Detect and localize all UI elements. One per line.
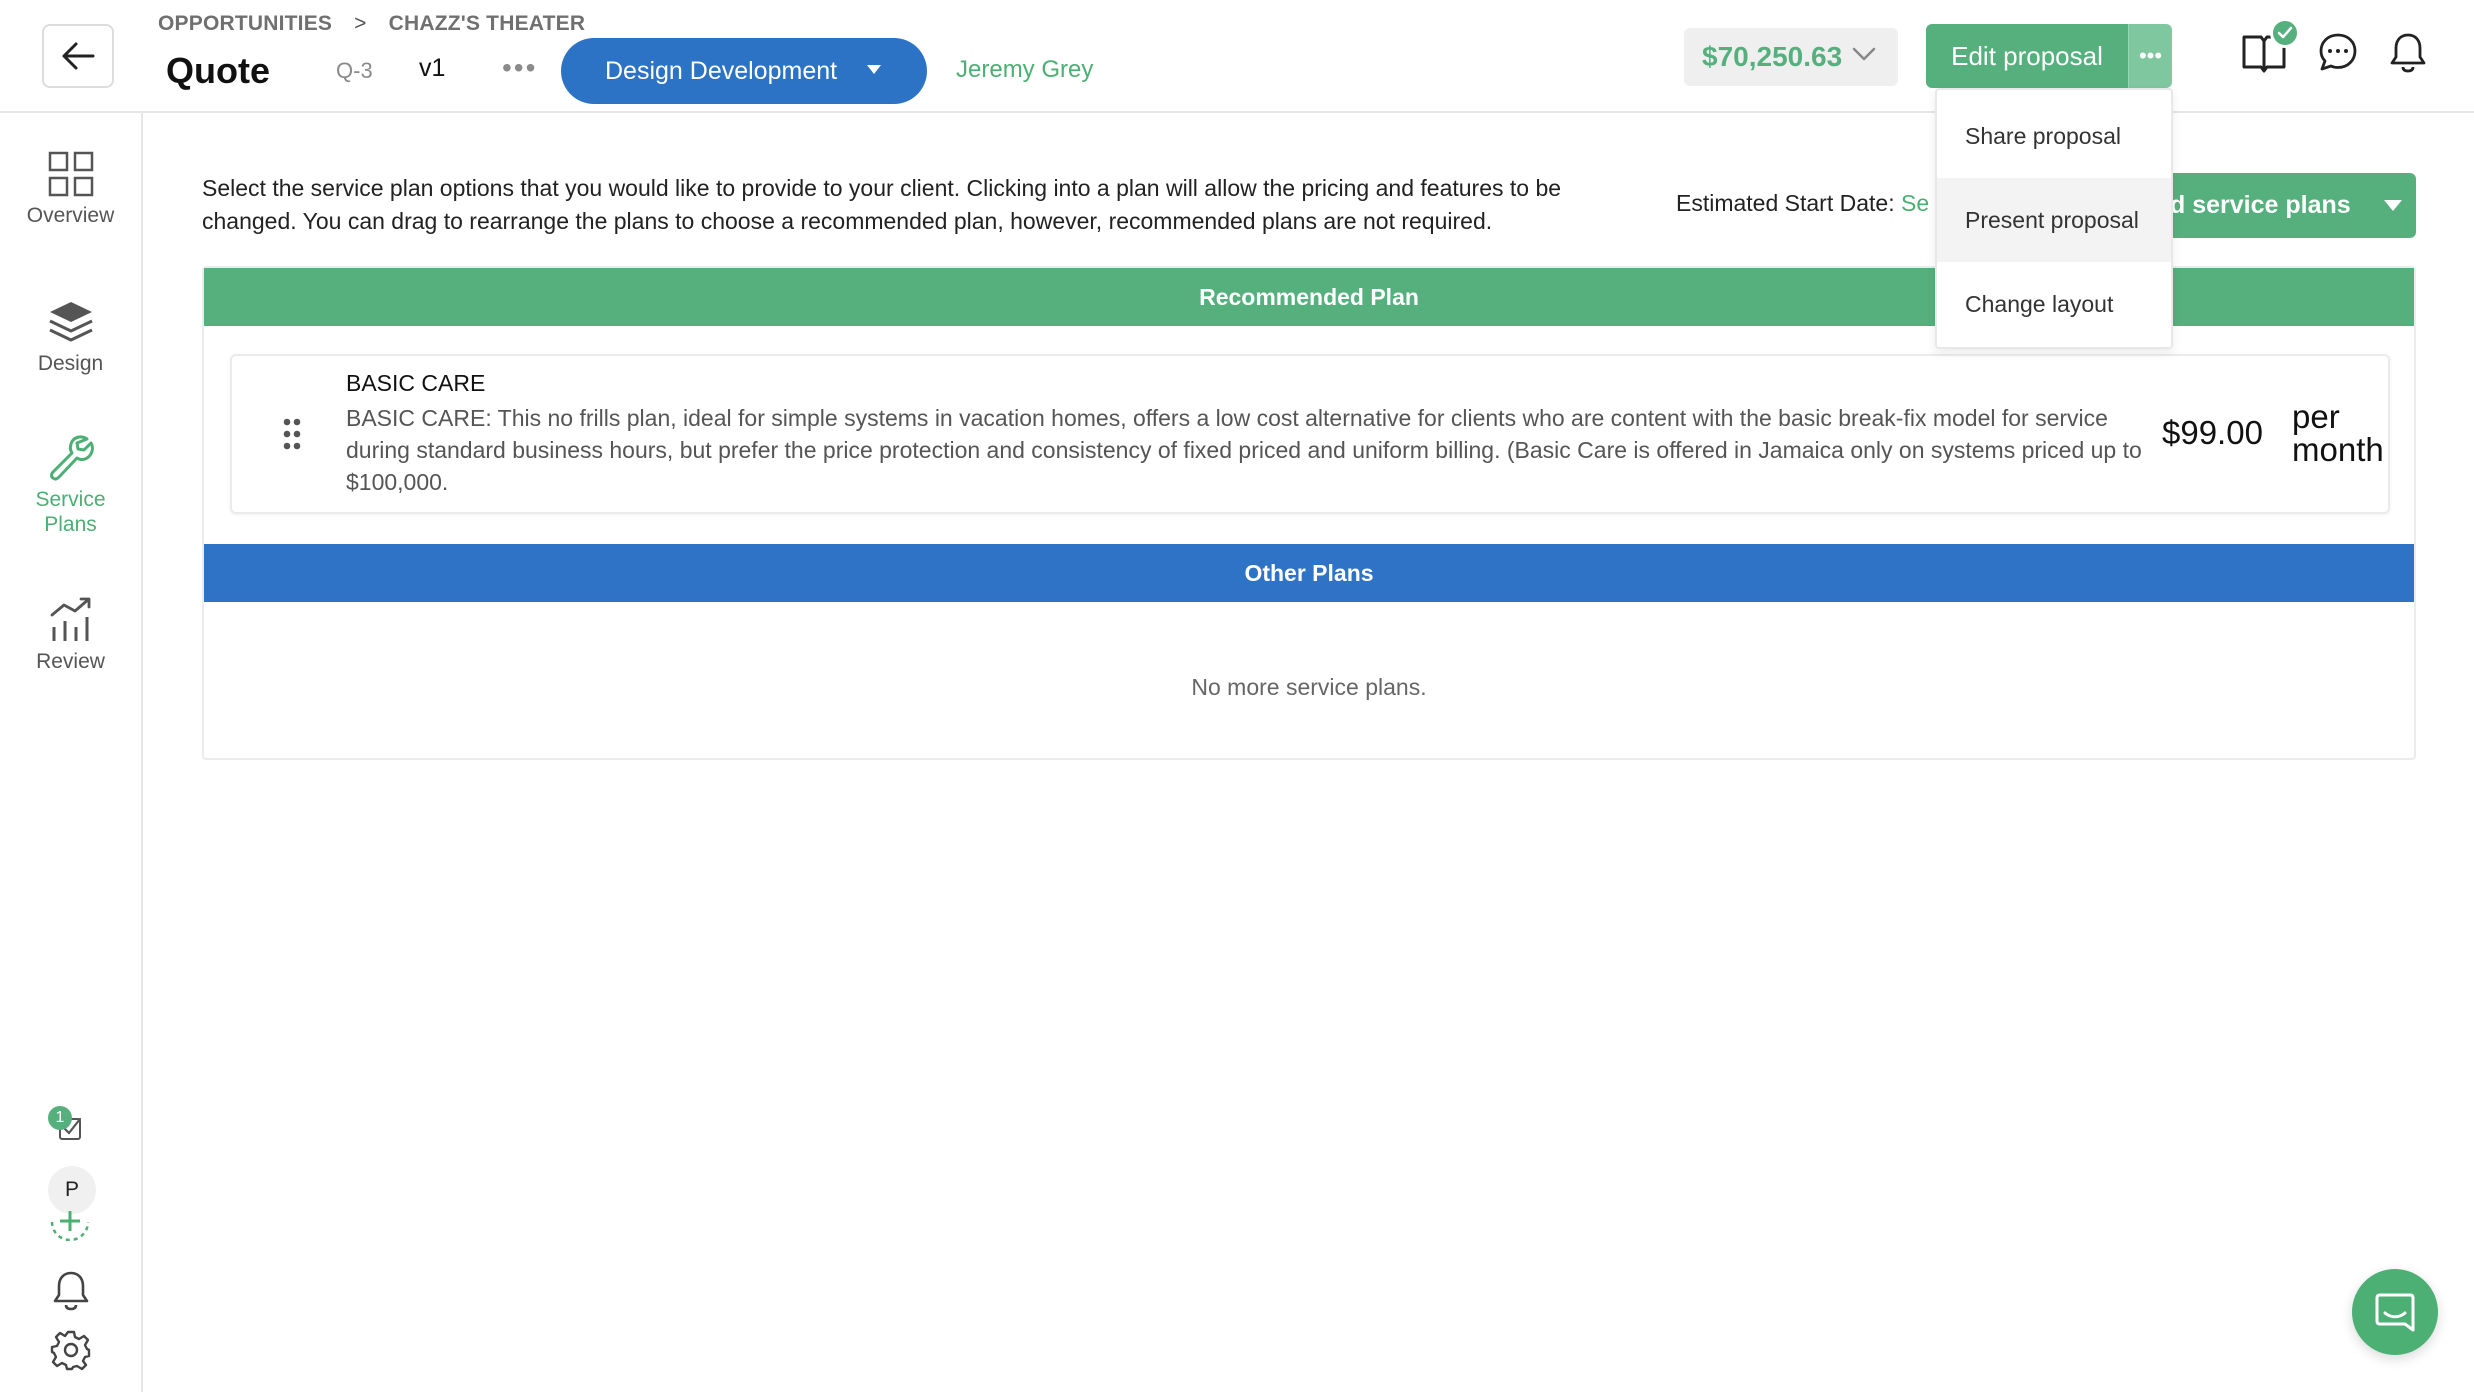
check-badge-icon [2270,18,2300,48]
plan-price: $99.00 [2162,414,2263,451]
total-dropdown[interactable]: $70,250.63 [1684,28,1898,86]
estimated-start-link[interactable]: Se [1901,190,1929,216]
menu-item-present-proposal[interactable]: Present proposal [1937,178,2171,262]
sidebar-item-overview[interactable]: Overview [0,151,141,228]
menu-item-change-layout[interactable]: Change layout [1937,262,2171,346]
plan-card-basic-care[interactable]: BASIC CARE BASIC CARE: This no frills pl… [230,354,2390,514]
layers-icon [48,302,93,342]
estimated-start-date: Estimated Start Date: Se [1676,190,1929,217]
plan-period-line: per [2292,398,2340,435]
owner-link[interactable]: Jeremy Grey [956,56,1093,84]
breadcrumb-client[interactable]: CHAZZ'S THEATER [389,12,586,36]
chart-icon [50,597,90,641]
chevron-down-icon [1852,47,1876,61]
wrench-icon [49,435,94,481]
caret-down-icon [867,65,881,74]
back-button[interactable] [42,24,114,88]
sidebar-item-review[interactable]: Review [0,597,141,674]
chat-bubble-icon [2319,33,2357,71]
plan-period: per month [2292,400,2384,466]
plan-period-line: month [2292,431,2384,468]
breadcrumb: OPPORTUNITIES > CHAZZ'S THEATER [158,12,585,36]
stage-dropdown[interactable]: Design Development [561,38,927,104]
empty-plans-message: No more service plans. [1191,674,1427,700]
add-user-icon[interactable] [48,1203,92,1241]
sidebar-item-design[interactable]: Design [0,299,141,376]
breadcrumb-opportunities[interactable]: OPPORTUNITIES [158,12,332,36]
chat-icon [2375,1293,2415,1332]
plan-description: BASIC CARE: This no frills plan, ideal f… [346,405,2142,495]
quote-id: Q-3 [336,58,373,83]
page-title: Quote [166,50,270,91]
sidebar-item-label: Overview [26,204,115,227]
plan-name: BASIC CARE [346,370,486,396]
left-sidebar: Overview Design Service Plans Review 1 P [0,113,143,1392]
drag-handle-icon[interactable] [282,418,302,450]
bell-icon [2390,33,2426,73]
caret-down-icon [2384,200,2402,211]
proposal-actions-button[interactable]: ••• [2128,24,2172,88]
other-plans-header: Other Plans [204,544,2414,602]
menu-item-share-proposal[interactable]: Share proposal [1937,94,2171,178]
proposal-actions-menu: Share proposal Present proposal Change l… [1935,88,2173,349]
task-count-badge: 1 [48,1106,72,1130]
messages-button[interactable] [2314,28,2362,76]
bell-icon[interactable] [52,1269,90,1311]
total-amount: $70,250.63 [1702,41,1843,72]
sidebar-item-label: Review [36,650,105,673]
more-options-button[interactable]: ••• [502,52,537,84]
arrow-left-icon [62,42,95,70]
edit-proposal-button[interactable]: Edit proposal [1926,24,2128,88]
gear-icon[interactable] [50,1329,92,1371]
intro-text: Select the service plan options that you… [202,175,1562,234]
add-service-plans-label: d service plans [2170,191,2351,219]
sidebar-item-label: Design [37,352,104,375]
stage-label: Design Development [605,56,838,85]
sidebar-item-service-plans[interactable]: Service Plans [0,433,141,537]
notifications-button[interactable] [2384,28,2432,76]
grid-icon [48,151,93,197]
version-label[interactable]: v1 [419,54,445,83]
chat-launcher-button[interactable] [2352,1269,2438,1355]
sidebar-item-label: Service Plans [35,488,106,536]
estimated-start-label: Estimated Start Date: [1676,190,1901,216]
breadcrumb-separator: > [354,12,367,35]
